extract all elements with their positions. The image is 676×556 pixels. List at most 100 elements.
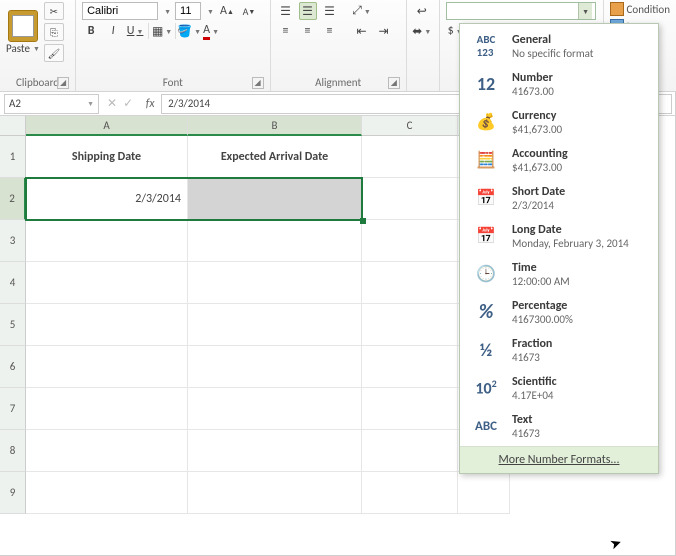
cell[interactable] [26, 430, 188, 472]
clipboard-launcher-icon[interactable]: ◢ [57, 77, 69, 89]
select-all-corner[interactable] [0, 116, 26, 136]
font-group-label: Font◢ [82, 74, 263, 91]
align-top-icon[interactable]: ☰ [277, 2, 295, 20]
cell[interactable] [26, 346, 188, 388]
format-option-currency[interactable]: 💰 Currency$41,673.00 [460, 104, 658, 142]
format-option-accounting[interactable]: 🧮 Accounting$41,673.00 [460, 142, 658, 180]
shrink-font-icon[interactable]: A▼ [240, 2, 258, 20]
align-middle-icon[interactable]: ☰ [299, 2, 317, 20]
underline-button[interactable]: U▼ [126, 22, 144, 40]
row-header[interactable]: 8 [0, 430, 26, 472]
cell[interactable] [188, 262, 362, 304]
font-size-input[interactable] [175, 2, 201, 20]
cell[interactable]: Shipping Date [26, 136, 188, 178]
wrap-group-label [413, 74, 433, 91]
row-header[interactable]: 2 [0, 178, 26, 220]
increase-indent-icon[interactable]: ⇥ [375, 22, 393, 40]
copy-icon[interactable]: ⎘ [44, 23, 64, 41]
cell[interactable] [362, 472, 458, 514]
cut-icon[interactable]: ✂ [44, 2, 64, 20]
orientation-icon[interactable]: ⤢▼ [353, 2, 371, 20]
number-format-dropdown-icon[interactable]: ▼ [578, 3, 592, 19]
number-format-dropdown-panel: ABC123 GeneralNo specific format 12 Numb… [459, 23, 659, 474]
paste-button[interactable] [8, 10, 38, 42]
format-option-fraction[interactable]: ½ Fraction41673 [460, 332, 658, 370]
enter-formula-icon[interactable]: ✓ [123, 96, 133, 111]
row-header[interactable]: 4 [0, 262, 26, 304]
fraction-format-icon: ½ [470, 336, 502, 364]
cell[interactable] [362, 220, 458, 262]
font-size-dropdown-icon[interactable]: ▼ [207, 7, 214, 16]
cell[interactable] [188, 304, 362, 346]
insert-function-button[interactable]: fx [139, 94, 161, 114]
alignment-launcher-icon[interactable]: ◢ [388, 77, 400, 89]
cell[interactable]: 2/3/2014 [26, 178, 188, 220]
align-right-icon[interactable]: ≡ [321, 22, 339, 40]
cell[interactable] [188, 220, 362, 262]
merge-center-icon[interactable]: ⬌▼ [413, 22, 431, 40]
grow-font-icon[interactable]: A▲ [218, 2, 236, 20]
font-name-input[interactable] [82, 2, 158, 20]
decrease-indent-icon[interactable]: ⇤ [353, 22, 371, 40]
cell[interactable]: 2/10/2014 [188, 178, 362, 220]
format-option-number[interactable]: 12 Number41673.00 [460, 66, 658, 104]
format-option-scientific[interactable]: 102 Scientific4.17E+04 [460, 370, 658, 408]
scientific-format-icon: 102 [470, 374, 502, 402]
cell[interactable] [362, 178, 458, 220]
clipboard-group-label: Clipboard◢ [6, 74, 69, 91]
cell[interactable] [188, 388, 362, 430]
format-option-time[interactable]: 🕒 Time12:00:00 AM [460, 256, 658, 294]
name-box-dropdown-icon[interactable]: ▼ [87, 99, 94, 108]
column-header[interactable]: A [26, 116, 188, 136]
row-header[interactable]: 1 [0, 136, 26, 178]
border-button[interactable]: ▦▼ [153, 22, 171, 40]
cell[interactable] [26, 304, 188, 346]
row-header[interactable]: 6 [0, 346, 26, 388]
format-option-short-date[interactable]: 📅 Short Date2/3/2014 [460, 180, 658, 218]
align-bottom-icon[interactable]: ☰ [321, 2, 339, 20]
format-option-long-date[interactable]: 📅 Long DateMonday, February 3, 2014 [460, 218, 658, 256]
format-option-general[interactable]: ABC123 GeneralNo specific format [460, 28, 658, 66]
row-header[interactable]: 3 [0, 220, 26, 262]
time-format-icon: 🕒 [470, 260, 502, 288]
cell[interactable] [26, 388, 188, 430]
fill-color-button[interactable]: 🪣▼ [180, 22, 198, 40]
cell[interactable] [362, 304, 458, 346]
cell[interactable] [362, 262, 458, 304]
paste-label[interactable]: Paste▼ [6, 42, 40, 55]
cell[interactable] [362, 388, 458, 430]
font-color-button[interactable]: A▼ [202, 22, 220, 40]
column-header[interactable]: C [362, 116, 458, 136]
row-header[interactable]: 7 [0, 388, 26, 430]
cell[interactable] [188, 346, 362, 388]
cell[interactable] [26, 262, 188, 304]
format-option-percentage[interactable]: % Percentage4167300.00% [460, 294, 658, 332]
align-center-icon[interactable]: ≡ [299, 22, 317, 40]
align-left-icon[interactable]: ≡ [277, 22, 295, 40]
cell[interactable] [458, 472, 510, 514]
cell[interactable] [26, 472, 188, 514]
cell[interactable] [188, 430, 362, 472]
cell[interactable] [26, 220, 188, 262]
fill-handle[interactable] [360, 218, 366, 224]
format-option-text[interactable]: ABC Text41673 [460, 408, 658, 446]
italic-button[interactable]: I [104, 22, 122, 40]
more-number-formats-button[interactable]: More Number Formats... [460, 446, 658, 473]
conditional-formatting-button[interactable]: Condition [608, 2, 672, 16]
format-painter-icon[interactable]: 🖌 [44, 44, 64, 62]
row-header[interactable]: 9 [0, 472, 26, 514]
row-header[interactable]: 5 [0, 304, 26, 346]
number-format-selector[interactable]: ▼ [446, 2, 596, 20]
font-name-dropdown-icon[interactable]: ▼ [164, 7, 171, 16]
cell[interactable] [362, 136, 458, 178]
cancel-formula-icon[interactable]: ✕ [107, 96, 117, 111]
cell[interactable] [362, 430, 458, 472]
bold-button[interactable]: B [82, 22, 100, 40]
column-header[interactable]: B [188, 116, 362, 136]
wrap-text-icon[interactable]: ↩ [413, 2, 431, 20]
font-launcher-icon[interactable]: ◢ [252, 77, 264, 89]
name-box[interactable]: A2▼ [4, 94, 99, 114]
cell[interactable] [362, 346, 458, 388]
cell[interactable] [188, 472, 362, 514]
cell[interactable]: Expected Arrival Date [188, 136, 362, 178]
